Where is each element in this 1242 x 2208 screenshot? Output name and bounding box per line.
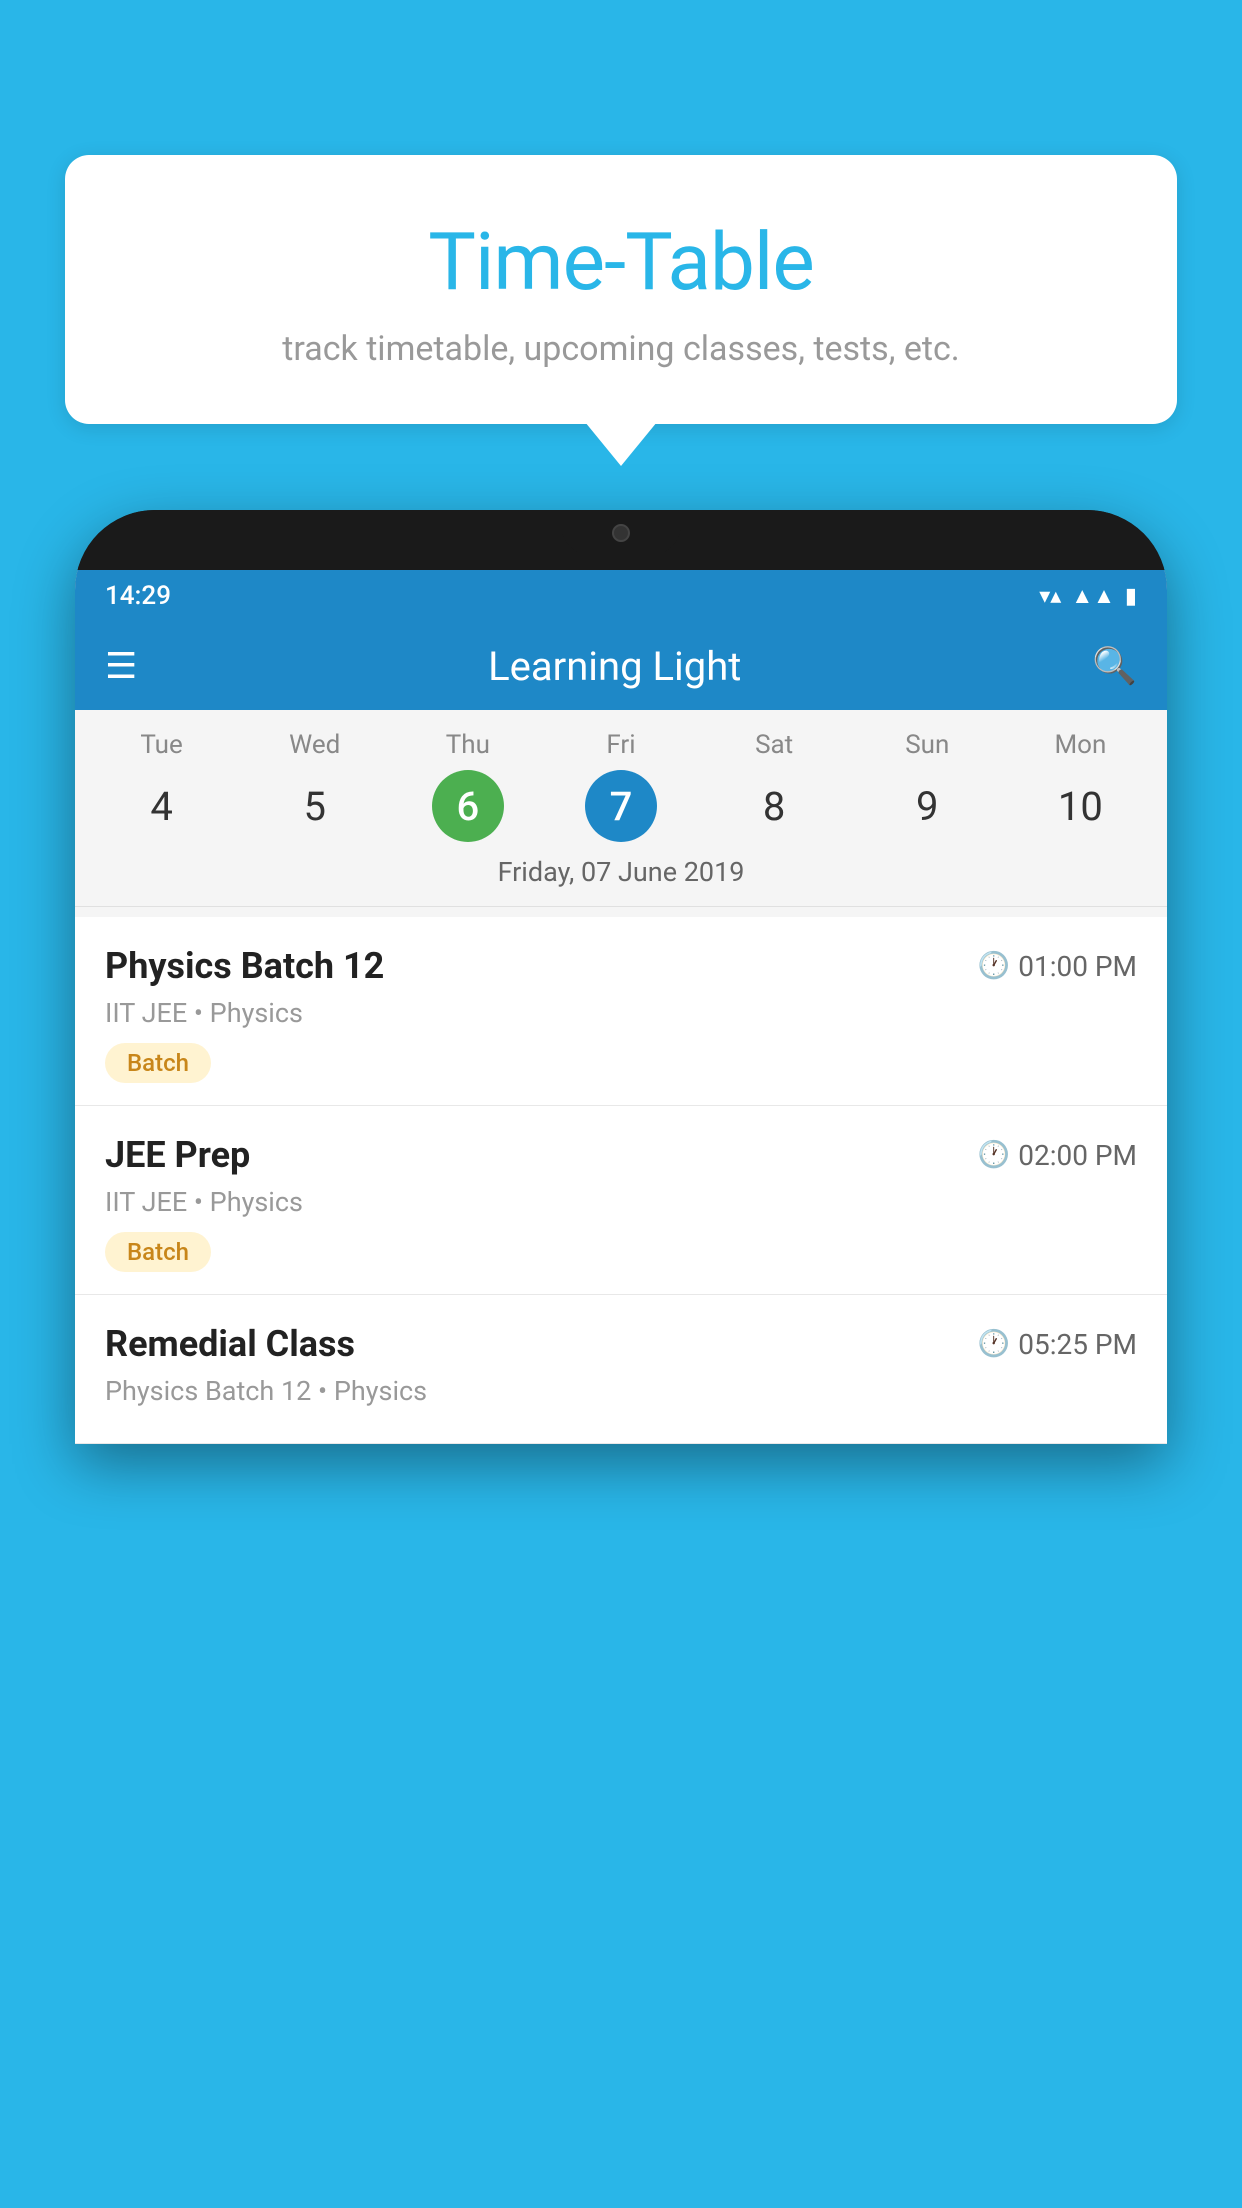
status-time: 14:29 (105, 581, 171, 611)
item-subtitle: IIT JEE • Physics (105, 1186, 1137, 1218)
app-bar: ☰ Learning Light 🔍 (75, 622, 1167, 710)
day-name: Tue (140, 730, 182, 760)
day-name: Sun (905, 730, 949, 760)
day-number[interactable]: 6 (432, 770, 504, 842)
day-number[interactable]: 9 (891, 770, 963, 842)
app-bar-title: Learning Light (167, 643, 1062, 690)
phone-screen: 14:29 ▾▴ ▲▲ ▮ ☰ Learning Light 🔍 Tue 4 Wed… (75, 570, 1167, 1444)
day-name: Wed (289, 730, 340, 760)
calendar-strip: Tue 4 Wed 5 Thu 6 Fri 7 Sat 8 Sun 9 Mon 10 Friday, 07… (75, 710, 1167, 917)
day-col-tue[interactable]: Tue 4 (97, 730, 227, 842)
item-time: 🕐 05:25 PM (978, 1328, 1137, 1361)
day-col-mon[interactable]: Mon 10 (1015, 730, 1145, 842)
item-time: 🕐 01:00 PM (978, 950, 1137, 983)
search-icon[interactable]: 🔍 (1092, 645, 1137, 687)
notch (561, 510, 681, 555)
item-title: JEE Prep (105, 1134, 250, 1176)
day-col-wed[interactable]: Wed 5 (250, 730, 380, 842)
item-subtitle: Physics Batch 12 • Physics (105, 1375, 1137, 1407)
day-number[interactable]: 5 (279, 770, 351, 842)
item-subtitle: IIT JEE • Physics (105, 997, 1137, 1029)
status-bar: 14:29 ▾▴ ▲▲ ▮ (75, 570, 1167, 622)
day-number[interactable]: 10 (1044, 770, 1116, 842)
schedule-container: Physics Batch 12 🕐 01:00 PM IIT JEE • Physi… (75, 917, 1167, 1444)
item-header: Physics Batch 12 🕐 01:00 PM (105, 945, 1137, 987)
phone-wrapper: 14:29 ▾▴ ▲▲ ▮ ☰ Learning Light 🔍 Tue 4 Wed… (75, 510, 1167, 2208)
clock-icon: 🕐 (978, 1329, 1010, 1359)
speech-bubble-container: Time-Table track timetable, upcoming cla… (65, 155, 1177, 424)
bubble-title: Time-Table (105, 215, 1137, 309)
item-header: Remedial Class 🕐 05:25 PM (105, 1323, 1137, 1365)
top-bezel (75, 510, 1167, 570)
day-col-fri[interactable]: Fri 7 (556, 730, 686, 842)
day-name: Sat (755, 730, 793, 760)
batch-badge: Batch (105, 1232, 211, 1272)
phone-frame: 14:29 ▾▴ ▲▲ ▮ ☰ Learning Light 🔍 Tue 4 Wed… (75, 510, 1167, 1444)
day-col-thu[interactable]: Thu 6 (403, 730, 533, 842)
selected-date: Friday, 07 June 2019 (75, 842, 1167, 907)
battery-icon: ▮ (1125, 584, 1137, 609)
day-headers: Tue 4 Wed 5 Thu 6 Fri 7 Sat 8 Sun 9 Mon 10 (75, 730, 1167, 842)
batch-badge: Batch (105, 1043, 211, 1083)
bubble-subtitle: track timetable, upcoming classes, tests… (105, 329, 1137, 369)
hamburger-icon[interactable]: ☰ (105, 645, 137, 687)
day-number[interactable]: 7 (585, 770, 657, 842)
schedule-item[interactable]: Remedial Class 🕐 05:25 PM Physics Batch 12 … (75, 1295, 1167, 1444)
day-col-sat[interactable]: Sat 8 (709, 730, 839, 842)
day-col-sun[interactable]: Sun 9 (862, 730, 992, 842)
day-name: Fri (606, 730, 635, 760)
item-header: JEE Prep 🕐 02:00 PM (105, 1134, 1137, 1176)
status-icons: ▾▴ ▲▲ ▮ (1039, 583, 1137, 609)
day-name: Thu (446, 730, 490, 760)
day-name: Mon (1054, 730, 1106, 760)
schedule-item[interactable]: Physics Batch 12 🕐 01:00 PM IIT JEE • Physi… (75, 917, 1167, 1106)
clock-icon: 🕐 (978, 951, 1010, 981)
camera (612, 524, 630, 542)
day-number[interactable]: 8 (738, 770, 810, 842)
time-text: 05:25 PM (1018, 1328, 1137, 1361)
signal-icon: ▲▲ (1071, 583, 1115, 609)
time-text: 02:00 PM (1018, 1139, 1137, 1172)
day-number[interactable]: 4 (126, 770, 198, 842)
speech-bubble: Time-Table track timetable, upcoming cla… (65, 155, 1177, 424)
item-title: Physics Batch 12 (105, 945, 384, 987)
item-time: 🕐 02:00 PM (978, 1139, 1137, 1172)
item-title: Remedial Class (105, 1323, 355, 1365)
clock-icon: 🕐 (978, 1140, 1010, 1170)
time-text: 01:00 PM (1018, 950, 1137, 983)
wifi-icon: ▾▴ (1039, 584, 1061, 609)
schedule-item[interactable]: JEE Prep 🕐 02:00 PM IIT JEE • Physics Batch (75, 1106, 1167, 1295)
